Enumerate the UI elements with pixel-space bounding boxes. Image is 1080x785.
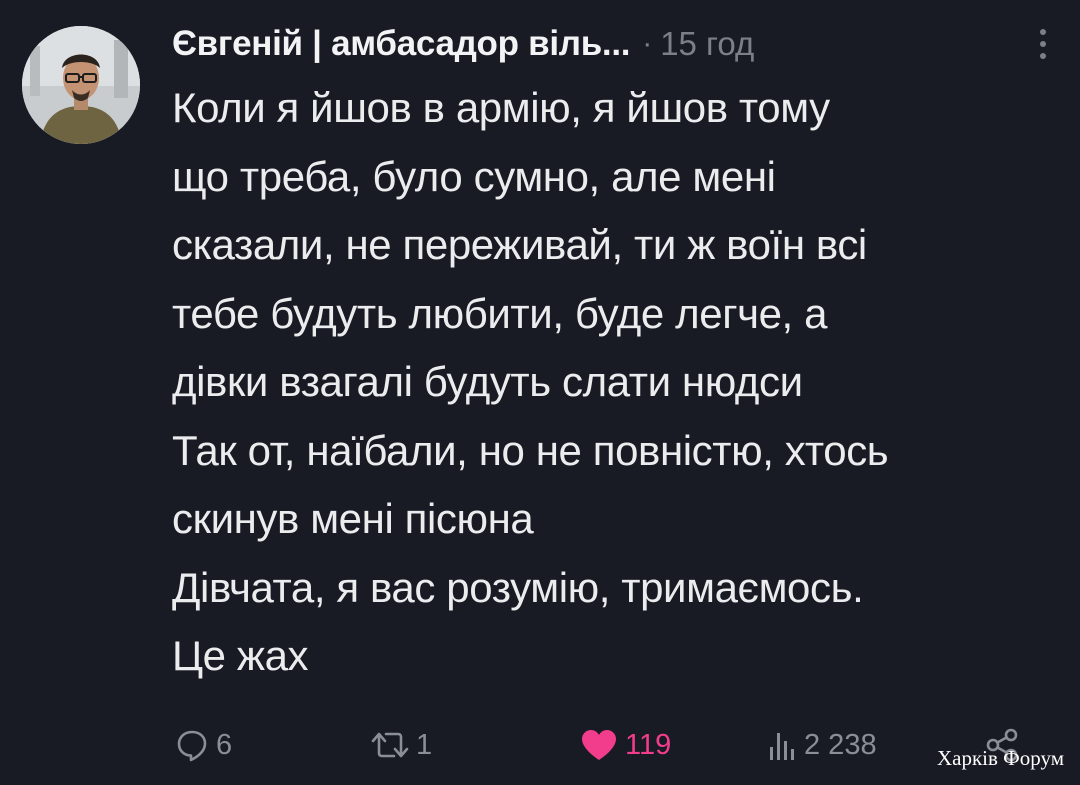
author-name[interactable]: Євгеній | амбасадор віль... <box>172 24 630 64</box>
reply-button[interactable]: 6 <box>174 722 232 768</box>
reply-count: 6 <box>216 728 233 761</box>
heart-filled-icon <box>582 730 616 760</box>
post-text-line: скинув мені пісюна <box>172 495 534 542</box>
like-count: 119 <box>625 728 672 761</box>
action-bar: 6 1 119 2 238 <box>174 722 1054 768</box>
repost-count: 1 <box>416 728 433 761</box>
bar-chart-icon <box>770 733 794 760</box>
avatar-photo <box>22 26 140 144</box>
header-separator: · <box>642 27 653 60</box>
post-text-line: дівки взагалі будуть слати нюдси <box>172 358 803 405</box>
like-button[interactable]: 119 <box>579 722 671 768</box>
post-text-line: тебе будуть любити, буде легче, а <box>172 289 828 337</box>
views-count: 2 238 <box>804 728 877 761</box>
post: Євгеній | амбасадор віль... · 15 год Кол… <box>0 0 1080 785</box>
post-text-line: Дівчата, я вас розумію, тримаємось. <box>172 563 864 611</box>
post-text-line: сказали, не переживай, ти ж воїн всі <box>172 221 867 268</box>
post-header: Євгеній | амбасадор віль... · 15 год <box>172 20 754 68</box>
post-text-line: Так от, наїбали, но не повністю, хтось <box>172 426 889 474</box>
watermark: Харків Форум <box>936 746 1064 770</box>
repost-arrows-icon <box>371 732 409 758</box>
repost-button[interactable]: 1 <box>370 722 432 768</box>
post-text-line: Це жах <box>172 632 309 679</box>
post-text-line: Коли я йшов в армію, я йшов тому <box>172 84 830 131</box>
post-time[interactable]: 15 год <box>660 25 754 63</box>
more-options-button[interactable] <box>1028 20 1058 68</box>
vertical-dots-icon <box>1040 29 1046 35</box>
avatar[interactable] <box>22 26 140 144</box>
post-text-line: що треба, було сумно, але мені <box>172 152 776 200</box>
post-text: Коли я йшов в армію, я йшов тому що треб… <box>172 74 1062 691</box>
reply-bubble-icon <box>177 730 207 762</box>
views-button[interactable]: 2 238 <box>766 722 877 768</box>
